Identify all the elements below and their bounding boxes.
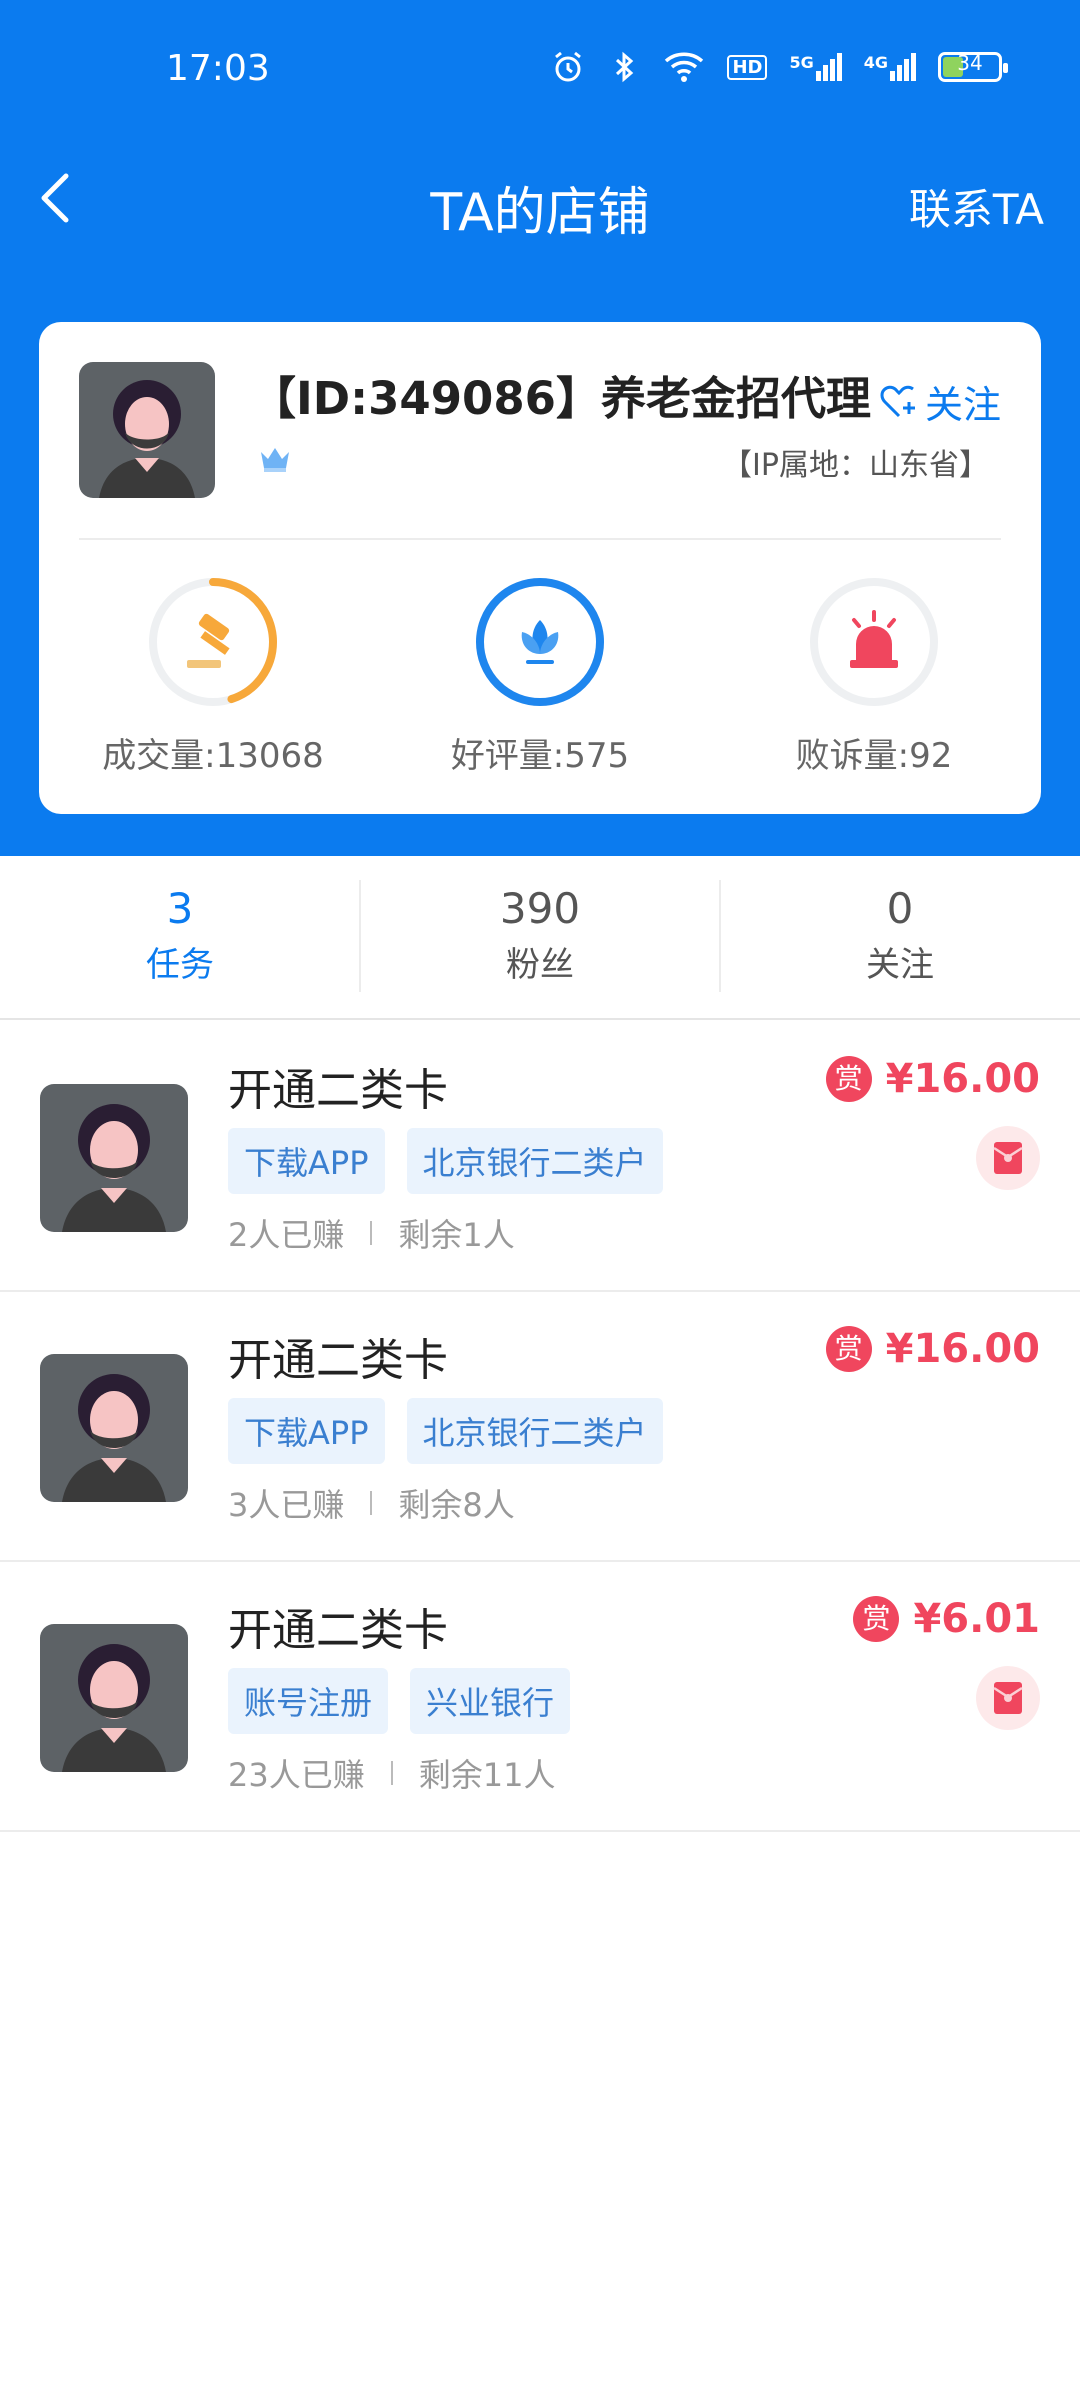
alarm-light-icon (850, 610, 898, 668)
reward-price: ¥16.00 (885, 1326, 1040, 1372)
top-navigation: TA的店铺 联系TA (0, 140, 1080, 260)
task-earned: 2人已赚 (228, 1216, 345, 1254)
task-item[interactable]: 开通二类卡 下载APP 北京银行二类户 2人已赚 剩余1人 赏 ¥16.00 (0, 1022, 1080, 1292)
task-avatar (40, 1084, 188, 1232)
tab-tasks-count: 3 (166, 884, 194, 933)
tab-following-label: 关注 (866, 945, 934, 985)
wifi-icon (665, 52, 704, 82)
stat-deals: 成交量:13068 (63, 576, 363, 777)
task-earned: 3人已赚 (228, 1486, 345, 1524)
shop-name: 【ID:349086】养老金招代理 (251, 372, 871, 425)
tab-following[interactable]: 0 关注 (720, 884, 1080, 986)
stat-good-reviews: 好评量:575 (390, 576, 690, 777)
shop-avatar (79, 362, 215, 498)
task-tag: 北京银行二类户 (406, 1398, 663, 1464)
5g-label: 5G (789, 53, 814, 72)
contact-button[interactable]: 联系TA (909, 176, 1044, 237)
gavel-icon (187, 613, 230, 668)
task-meta: 3人已赚 剩余8人 (228, 1480, 515, 1526)
task-tags: 账号注册 兴业银行 (228, 1668, 571, 1734)
card-divider (79, 538, 1001, 540)
task-earned: 23人已赚 (228, 1756, 365, 1794)
task-reward: 赏 ¥16.00 (825, 1056, 1040, 1102)
task-tag: 账号注册 (228, 1668, 389, 1734)
tab-following-count: 0 (886, 884, 914, 933)
stat-good-reviews-label: 好评量:575 (450, 736, 630, 776)
red-envelope-icon[interactable] (976, 1666, 1040, 1730)
task-title: 开通二类卡 (228, 1605, 448, 1656)
task-list: 开通二类卡 下载APP 北京银行二类户 2人已赚 剩余1人 赏 ¥16.00 开… (0, 1022, 1080, 1832)
stat-deals-label: 成交量:13068 (102, 736, 324, 776)
4g-label: 4G (863, 53, 888, 72)
tab-tasks[interactable]: 3 任务 (0, 884, 360, 986)
stat-lawsuits-label: 败诉量:92 (795, 736, 953, 776)
follow-button[interactable]: 关注 (879, 374, 1001, 429)
crown-icon (261, 448, 289, 472)
task-title: 开通二类卡 (228, 1335, 448, 1386)
task-remaining: 剩余11人 (418, 1756, 556, 1794)
stat-lawsuits: 败诉量:92 (724, 576, 1024, 777)
task-tag: 下载APP (228, 1128, 385, 1194)
status-bar: 17:03 HD 5G 4G 34 (0, 0, 1080, 140)
hd-icon: HD (727, 54, 768, 80)
battery-level: 34 (957, 51, 983, 75)
reward-price: ¥6.01 (913, 1596, 1040, 1642)
tab-tasks-label: 任务 (146, 945, 214, 985)
task-remaining: 剩余1人 (398, 1216, 515, 1254)
status-time: 17:03 (166, 48, 270, 89)
alarm-icon (555, 51, 582, 82)
task-reward: 赏 ¥6.01 (853, 1596, 1040, 1642)
reward-badge: 赏 (853, 1596, 900, 1642)
tab-fans-label: 粉丝 (506, 945, 574, 985)
reward-price: ¥16.00 (885, 1056, 1040, 1102)
task-meta: 23人已赚 剩余11人 (228, 1750, 555, 1796)
heart-plus-icon (880, 385, 915, 417)
status-icons: HD 5G 4G 34 (551, 50, 1008, 84)
task-tags: 下载APP 北京银行二类户 (228, 1398, 663, 1464)
task-tag: 北京银行二类户 (406, 1128, 663, 1194)
task-item[interactable]: 开通二类卡 账号注册 兴业银行 23人已赚 剩余11人 赏 ¥6.01 (0, 1562, 1080, 1832)
battery-icon: 34 (938, 51, 1008, 82)
task-avatar (40, 1624, 188, 1772)
tab-bar: 3 任务 390 粉丝 0 关注 (0, 856, 1080, 1020)
follow-label: 关注 (924, 383, 1001, 427)
task-meta: 2人已赚 剩余1人 (228, 1210, 515, 1256)
task-title: 开通二类卡 (228, 1065, 448, 1116)
reward-badge: 赏 (825, 1326, 872, 1372)
task-tags: 下载APP 北京银行二类户 (228, 1128, 663, 1194)
task-remaining: 剩余8人 (398, 1486, 515, 1524)
lotus-icon (521, 620, 559, 664)
ip-location: 【IP属地：山东省】 (722, 448, 989, 483)
red-envelope-icon[interactable] (976, 1126, 1040, 1190)
reward-badge: 赏 (825, 1056, 872, 1102)
5g-signal-icon: 5G (789, 53, 842, 81)
task-tag: 下载APP (228, 1398, 385, 1464)
task-reward: 赏 ¥16.00 (825, 1326, 1040, 1372)
tab-fans[interactable]: 390 粉丝 (360, 884, 720, 986)
task-tag: 兴业银行 (410, 1668, 571, 1734)
bluetooth-icon (616, 51, 634, 83)
task-avatar (40, 1354, 188, 1502)
4g-signal-icon: 4G (864, 53, 916, 81)
shop-card: 【ID:349086】养老金招代理 关注 【IP属地：山东省】 成交量:1306… (39, 322, 1041, 814)
task-item[interactable]: 开通二类卡 下载APP 北京银行二类户 3人已赚 剩余8人 赏 ¥16.00 (0, 1292, 1080, 1562)
tab-fans-count: 390 (499, 884, 581, 933)
